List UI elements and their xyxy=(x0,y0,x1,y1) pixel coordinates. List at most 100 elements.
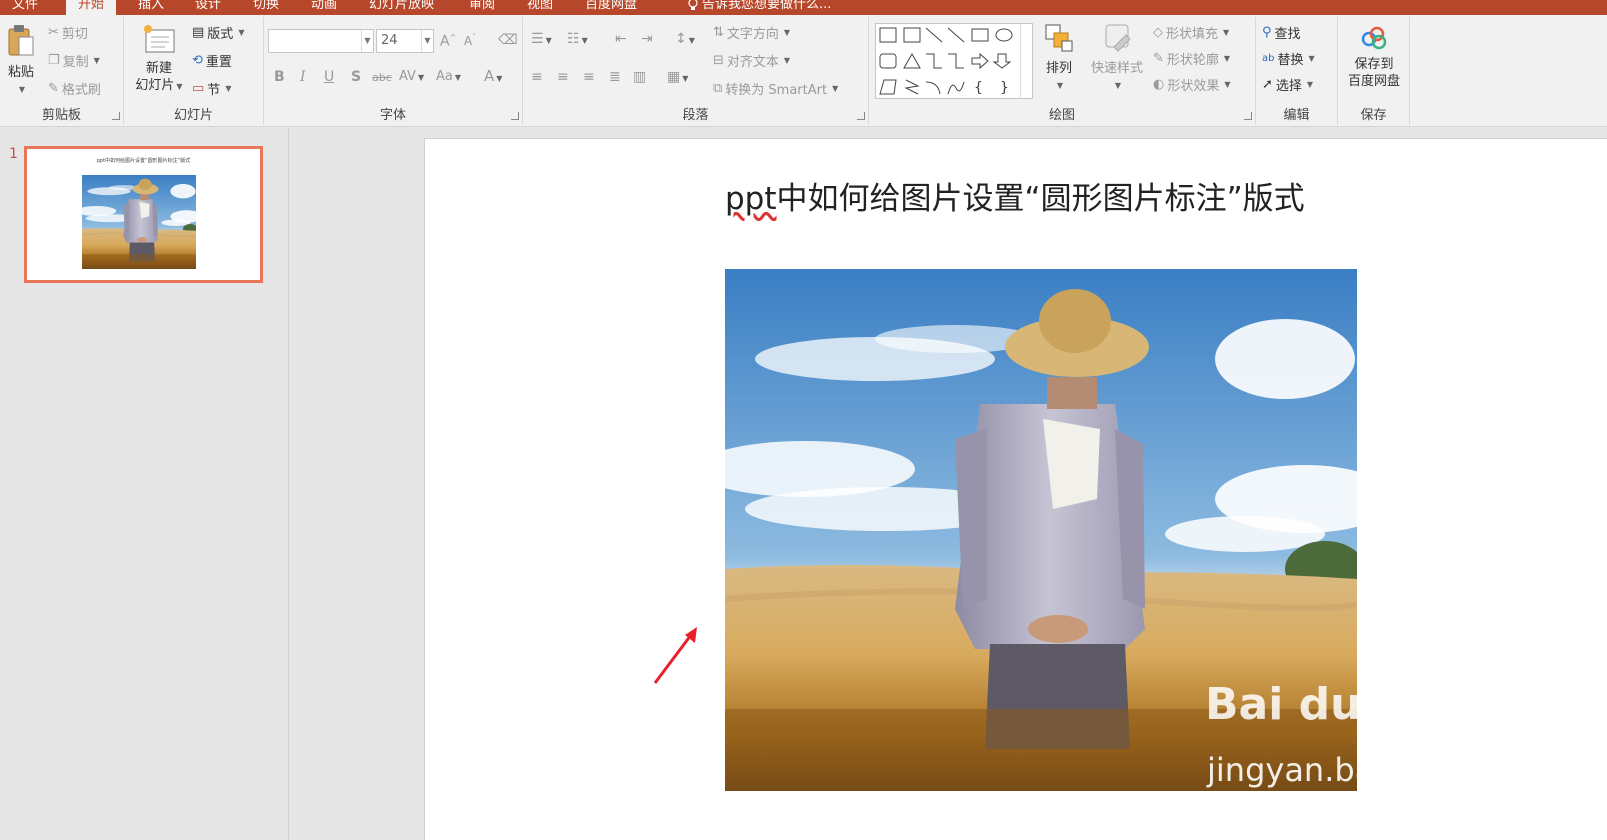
text-direction-label: 文字方向 xyxy=(726,27,779,42)
tab-file[interactable]: 文件 xyxy=(12,0,38,15)
chevron-down-icon[interactable]: ▼ xyxy=(421,30,433,52)
tab-transitions[interactable]: 切换 xyxy=(253,0,279,15)
layout-button[interactable]: ▤ 版式 ▼ xyxy=(192,23,244,42)
lightbulb-icon xyxy=(688,0,698,10)
character-spacing-button[interactable]: AV ▼ xyxy=(399,69,424,84)
dialog-launcher-icon[interactable] xyxy=(511,112,519,120)
chevron-down-icon: ▼ xyxy=(176,82,183,91)
dialog-launcher-icon[interactable] xyxy=(112,112,120,120)
tab-insert[interactable]: 插入 xyxy=(138,0,164,15)
baidu-netdisk-icon xyxy=(1361,26,1387,50)
text-direction-button[interactable]: ⇅ 文字方向 ▼ xyxy=(713,23,790,42)
line-spacing-icon[interactable]: ↕ ▼ xyxy=(675,31,695,47)
font-group: ▼ 24 ▼ A^ Aˇ ⌫ B I U S abc AV ▼ Aa ▼ A ▼ 字体 xyxy=(264,17,523,125)
scissors-icon: ✂ xyxy=(48,25,59,40)
watermark-brand-cn: 经验 xyxy=(1385,696,1458,737)
paste-button[interactable]: 粘贴 ▼ xyxy=(4,23,38,98)
tab-design[interactable]: 设计 xyxy=(195,0,221,15)
convert-smartart-label: 转换为 SmartArt xyxy=(725,83,828,98)
shape-effects-button[interactable]: ◐ 形状效果 ▼ xyxy=(1153,75,1231,94)
decrease-indent-icon[interactable]: ⇤ xyxy=(615,31,627,47)
tab-baidu-netdisk[interactable]: 百度网盘 xyxy=(585,0,637,15)
save-to-baidu-button[interactable]: 保存到 百度网盘 xyxy=(1342,25,1406,90)
shape-fill-button[interactable]: ◇ 形状填充 ▼ xyxy=(1153,23,1229,42)
bullets-icon[interactable]: ☰ ▼ xyxy=(531,31,552,47)
select-button[interactable]: ➚ 选择 ▼ xyxy=(1262,75,1313,94)
tell-me-search[interactable]: 告诉我您想要做什么... xyxy=(702,0,831,15)
font-group-label: 字体 xyxy=(379,108,406,123)
align-text-button[interactable]: ⊟ 对齐文本 ▼ xyxy=(713,51,790,70)
save-to-label-2: 百度网盘 xyxy=(1347,74,1400,89)
format-painter-button[interactable]: ✎ 格式刷 xyxy=(48,79,101,98)
copy-icon: ❐ xyxy=(48,53,60,68)
quick-styles-button[interactable]: 快速样式 ▼ xyxy=(1085,21,1149,94)
tab-animations[interactable]: 动画 xyxy=(311,0,337,15)
dialog-launcher-icon[interactable] xyxy=(857,112,865,120)
paragraph-group: ☰ ▼ ☷ ▼ ⇤ ⇥ ↕ ▼ ≡ ≡ ≡ ≣ ▥ ▦ ▼ ⇅ 文字方向 ▼ ⊟ 对齐文本 ▼ … xyxy=(523,17,869,125)
dialog-launcher-icon[interactable] xyxy=(1244,112,1252,120)
arrange-icon xyxy=(1045,24,1073,52)
convert-smartart-button[interactable]: ⧉ 转换为 SmartArt ▼ xyxy=(713,79,838,98)
distributed-icon[interactable]: ▥ xyxy=(633,69,646,85)
replace-button[interactable]: ab 替换 ▼ xyxy=(1262,49,1315,68)
increase-indent-icon[interactable]: ⇥ xyxy=(641,31,653,47)
arrange-label: 排列 xyxy=(1045,61,1072,76)
paintbrush-icon: ✎ xyxy=(48,81,59,96)
drawing-group: {} 排列 ▼ 快速样式 ▼ ◇ 形状填充 ▼ ✎ 形状轮廓 ▼ ◐ 形状效果 … xyxy=(869,17,1256,125)
slides-group: 新建 幻灯片 ▼ ▤ 版式 ▼ ⟲ 重置 ▭ 节 ▼ 幻灯片 xyxy=(124,17,264,125)
cursor-icon: ➚ xyxy=(1262,77,1273,92)
align-left-icon[interactable]: ≡ xyxy=(531,69,543,85)
grow-font-icon[interactable]: A^ xyxy=(440,33,456,50)
strikethrough-button[interactable]: abc xyxy=(372,71,392,84)
section-button[interactable]: ▭ 节 ▼ xyxy=(192,79,231,98)
text-shadow-button[interactable]: S xyxy=(351,69,361,85)
slide-thumbnail[interactable]: ppt中如何给图片设置“圆形图片标注”版式 xyxy=(24,146,263,283)
character-spacing-label: AV xyxy=(399,69,416,84)
shape-effects-icon: ◐ xyxy=(1153,77,1165,92)
paint-bucket-icon: ◇ xyxy=(1153,25,1163,40)
font-size-combo[interactable]: 24 ▼ xyxy=(376,29,434,53)
search-icon: ⚲ xyxy=(1262,25,1272,40)
shrink-font-icon[interactable]: Aˇ xyxy=(464,33,476,48)
cut-button[interactable]: ✂ 剪切 xyxy=(48,23,88,42)
save-to-label-1: 保存到 xyxy=(1354,57,1394,72)
chevron-down-icon: ▼ xyxy=(225,84,232,93)
find-button[interactable]: ⚲ 查找 xyxy=(1262,23,1301,42)
underline-button[interactable]: U xyxy=(324,69,334,85)
numbering-icon[interactable]: ☷ ▼ xyxy=(567,31,588,47)
tab-review[interactable]: 审阅 xyxy=(469,0,495,15)
font-color-button[interactable]: A ▼ xyxy=(484,67,502,85)
reset-button[interactable]: ⟲ 重置 xyxy=(192,51,232,70)
tab-home[interactable]: 开始 xyxy=(66,0,117,15)
align-right-icon[interactable]: ≡ xyxy=(583,69,595,85)
copy-button[interactable]: ❐ 复制 ▼ xyxy=(48,51,100,70)
tab-slideshow[interactable]: 幻灯片放映 xyxy=(369,0,434,15)
align-text-label: 对齐文本 xyxy=(726,55,779,70)
new-slide-label-2: 幻灯片 xyxy=(135,78,175,93)
font-name-combo[interactable]: ▼ xyxy=(268,29,374,53)
clear-formatting-icon[interactable]: ⌫ xyxy=(498,32,518,48)
quick-styles-icon xyxy=(1105,24,1131,52)
shapes-icons: {} xyxy=(879,27,1013,96)
watermark-url: jingyan.baidu.com xyxy=(1207,751,1503,789)
chevron-down-icon[interactable]: ▼ xyxy=(361,30,373,52)
italic-button[interactable]: I xyxy=(300,69,306,85)
shape-outline-button[interactable]: ✎ 形状轮廓 ▼ xyxy=(1153,49,1230,68)
arrange-button[interactable]: 排列 ▼ xyxy=(1037,21,1081,94)
thumbnail-image xyxy=(82,175,196,269)
bold-button[interactable]: B xyxy=(274,69,285,85)
columns-icon[interactable]: ▦ ▼ xyxy=(667,69,688,85)
new-slide-icon xyxy=(144,25,175,53)
paste-label: 粘贴 xyxy=(7,65,34,80)
format-painter-label: 格式刷 xyxy=(61,83,101,98)
pen-icon: ✎ xyxy=(1153,51,1164,66)
slide-canvas[interactable]: ppt中如何给图片设置“圆形图片标注”版式 Bai du 经验 jingyan.… xyxy=(424,138,1607,840)
shapes-gallery[interactable]: {} xyxy=(875,23,1033,99)
tab-view[interactable]: 视图 xyxy=(527,0,553,15)
change-case-button[interactable]: Aa ▼ xyxy=(436,69,461,84)
slide-title-textbox[interactable]: ppt中如何给图片设置“圆形图片标注”版式 xyxy=(725,173,1325,218)
shapes-gallery-scrollbar[interactable] xyxy=(1020,24,1032,98)
justify-icon[interactable]: ≣ xyxy=(609,69,621,85)
new-slide-button[interactable]: 新建 幻灯片 ▼ xyxy=(130,23,188,95)
align-center-icon[interactable]: ≡ xyxy=(557,69,569,85)
